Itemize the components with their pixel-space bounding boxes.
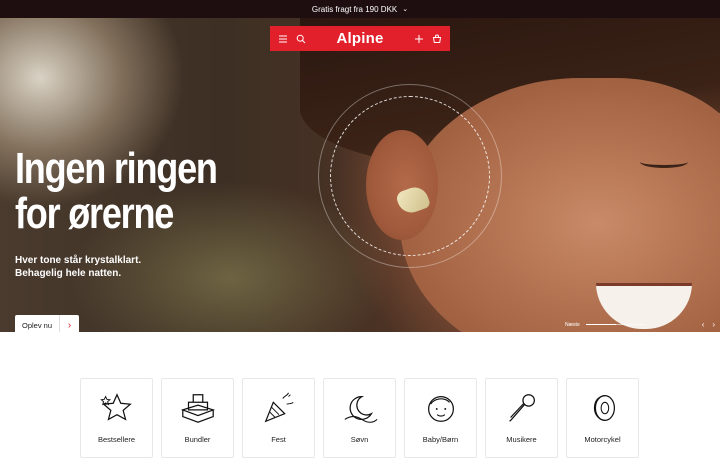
cart-icon[interactable] — [432, 34, 442, 44]
category-label: Motorcykel — [584, 435, 621, 444]
tire-icon — [593, 395, 615, 421]
category-card-bestsellere[interactable]: Bestsellere — [80, 378, 153, 458]
next-label: Næste — [565, 321, 580, 328]
category-card-sovn[interactable]: Søvn — [323, 378, 396, 458]
search-icon[interactable] — [296, 34, 306, 44]
chevron-down-icon[interactable]: ⌄ — [402, 5, 408, 13]
hero-banner: Ingen ringen for ørerne Hver tone står k… — [0, 18, 720, 332]
hero-subtitle: Hver tone står krystalklart. Behagelig h… — [15, 254, 141, 280]
slider-controls: Næste ‹ › — [565, 320, 715, 329]
site-header: Alpine — [270, 26, 450, 51]
announcement-bar[interactable]: Gratis fragt fra 190 DKK ⌄ — [0, 0, 720, 18]
slide-progress-bar — [585, 324, 646, 325]
category-card-baby-born[interactable]: Baby/Børn — [404, 378, 477, 458]
cta-label: Oplev nu — [22, 320, 53, 330]
category-list: Bestsellere Bundler Fest Søvn Baby/Børn … — [80, 378, 639, 458]
hero-subtitle-line2: Behagelig hele natten. — [15, 268, 122, 279]
menu-icon[interactable] — [278, 34, 288, 44]
hero-subtitle-line1: Hver tone står krystalklart. — [15, 255, 142, 266]
chevron-right-icon: › — [59, 315, 79, 332]
category-card-motorcykel[interactable]: Motorcykel — [566, 378, 639, 458]
hero-photo-eye — [640, 156, 688, 168]
moon-icon — [344, 395, 377, 423]
announcement-text: Gratis fragt fra 190 DKK — [311, 4, 398, 14]
hero-title-line2: for ørerne — [15, 189, 174, 238]
microphone-icon — [508, 394, 535, 422]
sound-ring-inner — [330, 96, 490, 256]
category-label: Baby/Børn — [422, 435, 459, 444]
cta-button[interactable]: Oplev nu › — [15, 315, 79, 332]
category-card-musikere[interactable]: Musikere — [485, 378, 558, 458]
category-card-fest[interactable]: Fest — [242, 378, 315, 458]
category-label: Bestsellere — [97, 435, 136, 444]
party-popper-icon — [264, 392, 294, 423]
prev-slide-icon[interactable]: ‹ — [702, 320, 705, 329]
brand-logo[interactable]: Alpine — [306, 30, 414, 47]
category-card-bundler[interactable]: Bundler — [161, 378, 234, 458]
slide-progress-fill — [585, 324, 616, 325]
category-label: Bundler — [184, 435, 211, 444]
child-face-icon — [427, 395, 454, 422]
hero-title: Ingen ringen for ørerne — [15, 144, 218, 238]
category-label: Søvn — [350, 435, 369, 444]
category-label: Musikere — [506, 435, 537, 444]
hero-title-line1: Ingen ringen — [15, 144, 218, 193]
plus-icon[interactable] — [414, 34, 424, 44]
stars-icon — [99, 393, 132, 421]
boxes-icon — [180, 394, 215, 423]
category-label: Fest — [271, 435, 286, 444]
next-slide-icon[interactable]: › — [712, 320, 715, 329]
